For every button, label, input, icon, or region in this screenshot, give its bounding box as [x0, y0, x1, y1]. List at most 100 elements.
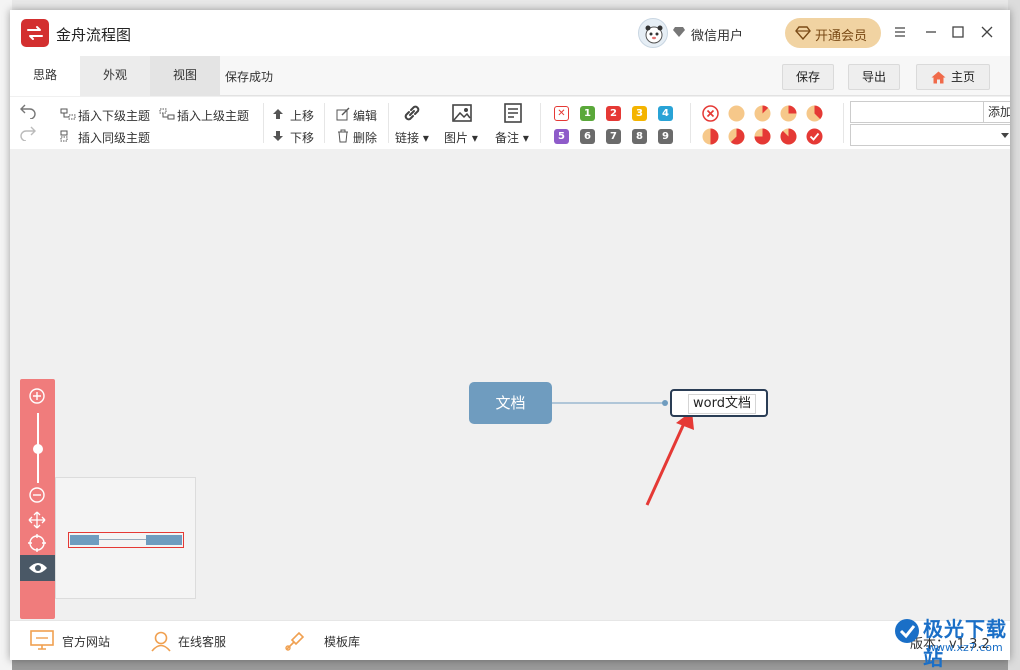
- center-target-icon[interactable]: [28, 534, 46, 552]
- progress-2-8-icon[interactable]: [780, 105, 797, 122]
- image-button[interactable]: 图片 ▾: [444, 129, 478, 146]
- priority-6[interactable]: 6: [580, 129, 595, 144]
- child-node-edit-field[interactable]: word文档: [688, 394, 756, 414]
- zoom-in-icon[interactable]: [28, 387, 46, 405]
- progress-0-icon[interactable]: [728, 105, 745, 122]
- minimap-child-node: [146, 535, 182, 545]
- insert-child-icon: [60, 108, 76, 120]
- toolbar-separator: [540, 103, 541, 143]
- insert-sibling-button[interactable]: 插入同级主题: [78, 129, 150, 146]
- toolbar-separator: [324, 103, 325, 143]
- home-button[interactable]: 主页: [916, 64, 990, 90]
- priority-clear-icon[interactable]: ✕: [554, 106, 569, 121]
- link-button[interactable]: 链接 ▾: [395, 129, 429, 146]
- title-bar: 金舟流程图 微信用户 开通会员: [10, 10, 1010, 56]
- progress-4-8-icon[interactable]: [702, 128, 719, 145]
- template-library-link[interactable]: 模板库: [324, 633, 360, 650]
- progress-1-8-icon[interactable]: [754, 105, 771, 122]
- note-button[interactable]: 备注 ▾: [495, 129, 529, 146]
- progress-5-8-icon[interactable]: [728, 128, 745, 145]
- tag-input[interactable]: [850, 101, 984, 123]
- diamond-icon: [673, 27, 685, 37]
- insert-parent-icon: [159, 108, 175, 120]
- tag-select[interactable]: [850, 124, 1010, 146]
- toolbar: 插入下级主题 插入上级主题 插入同级主题 上移 下移 编辑 删除 链接 ▾ 图片…: [10, 97, 1010, 149]
- zoom-slider-handle[interactable]: [33, 444, 43, 454]
- move-up-button[interactable]: 上移: [290, 107, 314, 124]
- progress-7-8-icon[interactable]: [780, 128, 797, 145]
- redo-icon[interactable]: [19, 125, 37, 141]
- eye-icon: [29, 563, 47, 573]
- tab-appearance[interactable]: 外观: [80, 56, 150, 96]
- app-window: 金舟流程图 微信用户 开通会员 思路 外观 视图 保存成功 保存 导出 主页 插…: [10, 10, 1010, 660]
- avatar[interactable]: [638, 18, 668, 48]
- export-button[interactable]: 导出: [848, 64, 900, 90]
- note-icon: [504, 103, 522, 123]
- add-button[interactable]: 添加: [984, 101, 1010, 123]
- undo-icon[interactable]: [19, 103, 37, 119]
- insert-child-button[interactable]: 插入下级主题: [78, 107, 150, 124]
- mindmap-canvas[interactable]: 文档 word文档: [10, 149, 1010, 620]
- progress-done-icon[interactable]: [806, 128, 823, 145]
- username[interactable]: 微信用户: [691, 25, 743, 44]
- mindmap-child-node[interactable]: word文档: [670, 389, 768, 417]
- priority-2[interactable]: 2: [606, 106, 621, 121]
- tab-row: 思路 外观 视图 保存成功 保存 导出 主页: [10, 56, 1010, 96]
- move-icon[interactable]: [28, 511, 46, 529]
- diamond-icon: [795, 26, 811, 40]
- zoom-panel: [20, 379, 55, 619]
- image-label: 图片: [444, 131, 469, 145]
- home-icon: [931, 71, 946, 84]
- trash-icon: [338, 129, 348, 143]
- template-icon: [285, 631, 305, 651]
- progress-6-8-icon[interactable]: [754, 128, 771, 145]
- vip-button-label: 开通会员: [815, 29, 868, 44]
- delete-button[interactable]: 删除: [353, 129, 377, 146]
- progress-cancel-icon[interactable]: [702, 105, 719, 122]
- tab-idea[interactable]: 思路: [10, 56, 80, 96]
- watermark: 极光下载站 www.xz7.com: [893, 611, 1018, 670]
- mindmap-root-node[interactable]: 文档: [469, 382, 552, 424]
- arrow-down-icon: [273, 131, 283, 141]
- toolbar-separator: [843, 103, 844, 143]
- website-link[interactable]: 官方网站: [62, 633, 110, 650]
- priority-5[interactable]: 5: [554, 129, 569, 144]
- edit-button[interactable]: 编辑: [353, 107, 377, 124]
- edit-icon: [336, 107, 350, 121]
- note-label: 备注: [495, 131, 520, 145]
- watermark-logo-icon: [895, 619, 919, 643]
- minimap[interactable]: [55, 477, 196, 599]
- priority-3[interactable]: 3: [632, 106, 647, 121]
- tab-view[interactable]: 视图: [150, 56, 220, 96]
- zoom-out-icon[interactable]: [28, 486, 46, 504]
- link-icon: [404, 105, 420, 121]
- priority-1[interactable]: 1: [580, 106, 595, 121]
- app-title: 金舟流程图: [56, 26, 132, 44]
- save-button[interactable]: 保存: [782, 64, 834, 90]
- vip-button[interactable]: 开通会员: [785, 18, 881, 48]
- priority-8[interactable]: 8: [632, 129, 647, 144]
- maximize-icon[interactable]: [948, 22, 968, 42]
- image-icon: [452, 104, 472, 122]
- preview-toggle-button[interactable]: [20, 555, 55, 581]
- app-logo-icon: [21, 19, 49, 47]
- support-icon: [151, 631, 171, 652]
- priority-4[interactable]: 4: [658, 106, 673, 121]
- minimap-connector: [99, 539, 146, 540]
- support-link[interactable]: 在线客服: [178, 633, 226, 650]
- priority-7[interactable]: 7: [606, 129, 621, 144]
- save-status: 保存成功: [225, 70, 274, 84]
- insert-parent-button[interactable]: 插入上级主题: [177, 107, 249, 124]
- minimap-viewport[interactable]: [68, 532, 184, 548]
- status-bar: 官方网站 在线客服 模板库 版本：v1.3.2: [10, 620, 1010, 660]
- minimize-icon[interactable]: [921, 22, 941, 42]
- menu-icon[interactable]: [890, 22, 910, 42]
- minimap-root-node: [70, 535, 99, 545]
- home-button-label: 主页: [951, 70, 976, 84]
- priority-9[interactable]: 9: [658, 129, 673, 144]
- toolbar-separator: [263, 103, 264, 143]
- progress-3-8-icon[interactable]: [806, 105, 823, 122]
- toolbar-separator: [690, 103, 691, 143]
- move-down-button[interactable]: 下移: [290, 129, 314, 146]
- close-icon[interactable]: [977, 22, 997, 42]
